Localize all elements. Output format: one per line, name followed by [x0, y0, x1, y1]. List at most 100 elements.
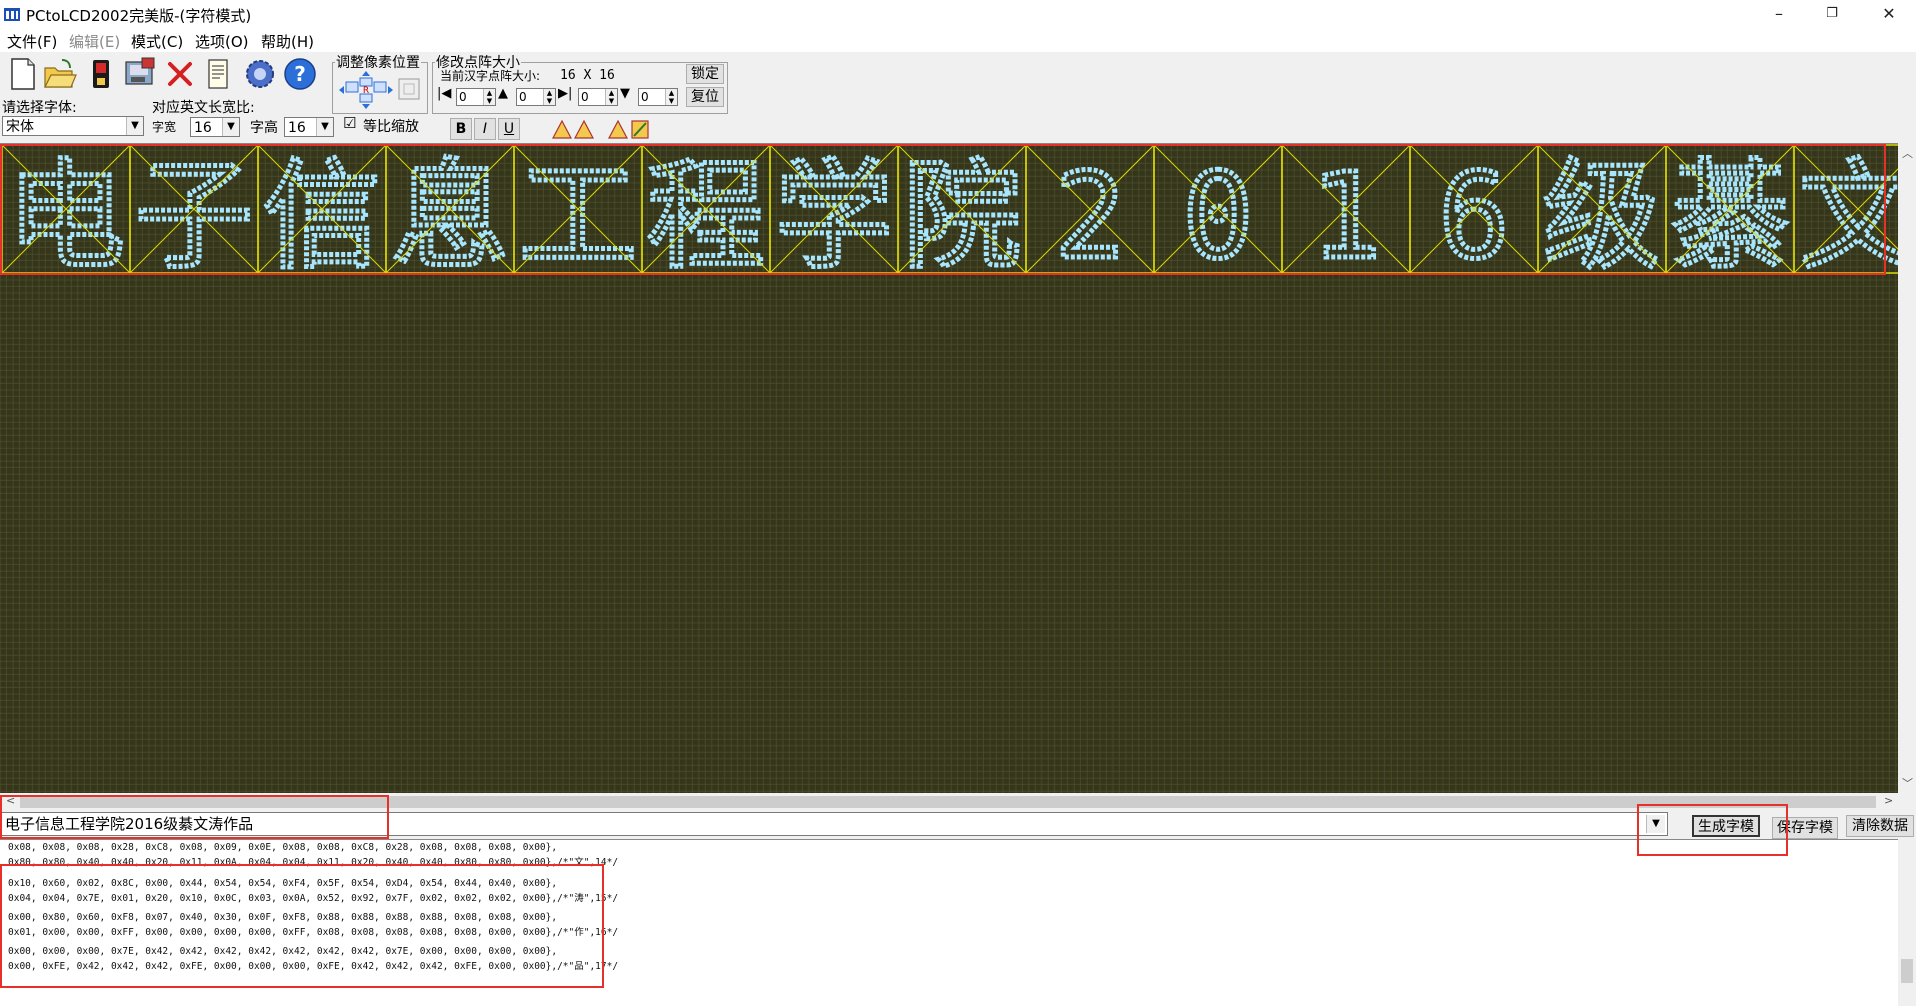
output-vertical-scrollbar[interactable]: [1898, 839, 1916, 1006]
char-width-select[interactable]: 16 ▼: [190, 117, 240, 137]
top-edge-icon: ▲: [498, 86, 508, 101]
proportional-checkbox[interactable]: ☑: [343, 114, 356, 132]
glyph-cell[interactable]: 信: [257, 144, 387, 288]
glyph-cell[interactable]: 息: [385, 144, 515, 288]
left-spinner[interactable]: 0 ▲ ▼: [456, 88, 496, 106]
menu-file[interactable]: 文件(F): [7, 31, 57, 52]
delete-icon[interactable]: [162, 56, 198, 92]
window-title: PCtoLCD2002完美版-(字符模式): [26, 7, 252, 25]
menu-mode[interactable]: 模式(C): [131, 31, 183, 52]
char-height-select[interactable]: 16 ▼: [284, 117, 334, 137]
menu-help[interactable]: 帮助(H): [261, 31, 314, 52]
glyph-char: 0: [1182, 147, 1253, 285]
svg-text:?: ?: [294, 62, 306, 86]
chevron-down-icon: ▼: [222, 118, 239, 136]
scroll-down-icon[interactable]: ﹀: [1902, 775, 1913, 791]
menu-options[interactable]: 选项(O): [195, 31, 249, 52]
top-spinner-value: 0: [519, 90, 527, 104]
menu-edit[interactable]: 编辑(E): [69, 31, 120, 52]
scroll-right-icon[interactable]: >: [1884, 794, 1893, 807]
glyph-cell[interactable]: 工: [513, 144, 643, 288]
glyph-cell[interactable]: 学: [769, 144, 899, 288]
char-width-value: 16: [194, 120, 212, 136]
pixel-frame-icon[interactable]: [396, 76, 422, 102]
chevron-down-icon: ▼: [126, 117, 143, 135]
title-bar: PCtoLCD2002完美版-(字符模式) – ❐ ✕: [0, 0, 1916, 28]
right-spinner-value: 0: [581, 90, 589, 104]
output-line: 0x10, 0x60, 0x02, 0x8C, 0x00, 0x44, 0x54…: [8, 878, 558, 889]
bold-button[interactable]: B: [450, 118, 472, 140]
glyph-cell[interactable]: 子: [129, 144, 259, 288]
scroll-thumb[interactable]: [20, 796, 1876, 808]
matrix-vertical-scrollbar[interactable]: ︿ ﹀: [1898, 143, 1916, 793]
rotate-invert-icon[interactable]: [606, 118, 652, 140]
glyph-cell[interactable]: 级: [1537, 144, 1667, 288]
output-text-area[interactable]: 0x08, 0x08, 0x08, 0x28, 0xC8, 0x08, 0x09…: [0, 839, 1898, 1006]
import-image-icon[interactable]: [122, 56, 158, 92]
output-line: 0x00, 0x80, 0x60, 0xF8, 0x07, 0x40, 0x30…: [8, 912, 558, 923]
top-spinner[interactable]: 0 ▲ ▼: [516, 88, 556, 106]
glyph-cell[interactable]: 綦: [1665, 144, 1795, 288]
glyph-char: 文: [1799, 147, 1898, 285]
maximize-button[interactable]: ❐: [1809, 0, 1855, 28]
reset-button[interactable]: 复位: [686, 87, 724, 107]
scroll-thumb[interactable]: [1901, 959, 1913, 983]
spinner-arrows-icon[interactable]: ▲ ▼: [665, 89, 677, 105]
output-line: 0x00, 0x00, 0x00, 0x7E, 0x42, 0x42, 0x42…: [8, 946, 558, 957]
settings-gear-icon[interactable]: [242, 56, 278, 92]
glyph-char: 2: [1054, 147, 1125, 285]
bottom-spinner[interactable]: 0 ▲ ▼: [638, 88, 678, 106]
scroll-left-icon[interactable]: <: [6, 794, 15, 807]
spinner-arrows-icon[interactable]: ▲ ▼: [543, 89, 555, 105]
output-line: 0x04, 0x04, 0x7E, 0x01, 0x20, 0x10, 0x0C…: [8, 893, 619, 904]
spinner-arrows-icon[interactable]: ▲ ▼: [483, 89, 495, 105]
scroll-up-icon[interactable]: ︿: [1902, 145, 1913, 161]
glyph-cell[interactable]: 电: [1, 144, 131, 288]
lock-button[interactable]: 锁定: [686, 64, 724, 84]
close-button[interactable]: ✕: [1866, 0, 1912, 28]
text-input-value: 电子信息工程学院2016级綦文涛作品: [5, 815, 254, 833]
italic-button[interactable]: I: [474, 118, 496, 140]
right-spinner[interactable]: 0 ▲ ▼: [578, 88, 618, 106]
save-icon[interactable]: [84, 56, 120, 92]
pixel-adjust-legend: 调整像素位置: [336, 55, 420, 71]
save-font-button[interactable]: 保存字模: [1772, 817, 1838, 839]
mirror-flip-icon[interactable]: [550, 118, 596, 140]
menu-bar: 文件(F) 编辑(E) 模式(C) 选项(O) 帮助(H): [0, 28, 1916, 52]
proportional-label: 等比缩放: [363, 119, 419, 135]
char-width-label: 字宽: [152, 120, 177, 134]
app-icon: [4, 8, 20, 21]
glyph-char: 6: [1438, 147, 1509, 285]
font-select-label: 请选择字体:: [2, 100, 77, 116]
underline-button[interactable]: U: [498, 118, 520, 140]
glyph-char: 1: [1310, 147, 1381, 285]
text-input[interactable]: 电子信息工程学院2016级綦文涛作品 ▼: [0, 812, 1668, 836]
char-height-value: 16: [288, 120, 306, 136]
font-select[interactable]: 宋体 ▼: [2, 116, 144, 136]
output-line: 0x80, 0x80, 0x40, 0x40, 0x20, 0x11, 0x0A…: [8, 857, 619, 868]
current-matrix-label: 当前汉字点阵大小:: [440, 69, 541, 83]
glyph-cell[interactable]: 院: [897, 144, 1027, 288]
center-reset-label: R: [363, 86, 369, 96]
spinner-arrows-icon[interactable]: ▲ ▼: [605, 89, 617, 105]
minimize-button[interactable]: –: [1756, 0, 1802, 28]
new-file-icon[interactable]: [4, 56, 40, 92]
document-icon[interactable]: [200, 56, 236, 92]
chevron-down-icon: ▼: [316, 118, 333, 136]
pixel-shift-arrows-icon[interactable]: R: [338, 70, 394, 110]
clear-data-button[interactable]: 清除数据: [1846, 815, 1914, 837]
matrix-horizontal-scrollbar[interactable]: < >: [0, 793, 1898, 811]
right-edge-icon: ▶|: [558, 86, 573, 101]
left-spinner-value: 0: [459, 90, 467, 104]
bottom-edge-icon: ▼: [620, 86, 630, 101]
open-folder-icon[interactable]: [42, 56, 78, 92]
chevron-down-icon[interactable]: ▼: [1646, 815, 1665, 833]
dot-matrix-canvas[interactable]: 电子信息工程学院2016级綦文涛作: [0, 143, 1898, 793]
output-line: 0x01, 0x00, 0x00, 0xFF, 0x00, 0x00, 0x00…: [8, 927, 619, 938]
dot-matrix-drawing[interactable]: 电子信息工程学院2016级綦文涛作: [0, 144, 1898, 793]
generate-button[interactable]: 生成字模: [1692, 815, 1760, 837]
help-icon[interactable]: ?: [282, 56, 318, 92]
font-select-value: 宋体: [6, 119, 34, 135]
glyph-cell[interactable]: 文: [1793, 144, 1898, 288]
glyph-cell[interactable]: 程: [641, 144, 771, 288]
